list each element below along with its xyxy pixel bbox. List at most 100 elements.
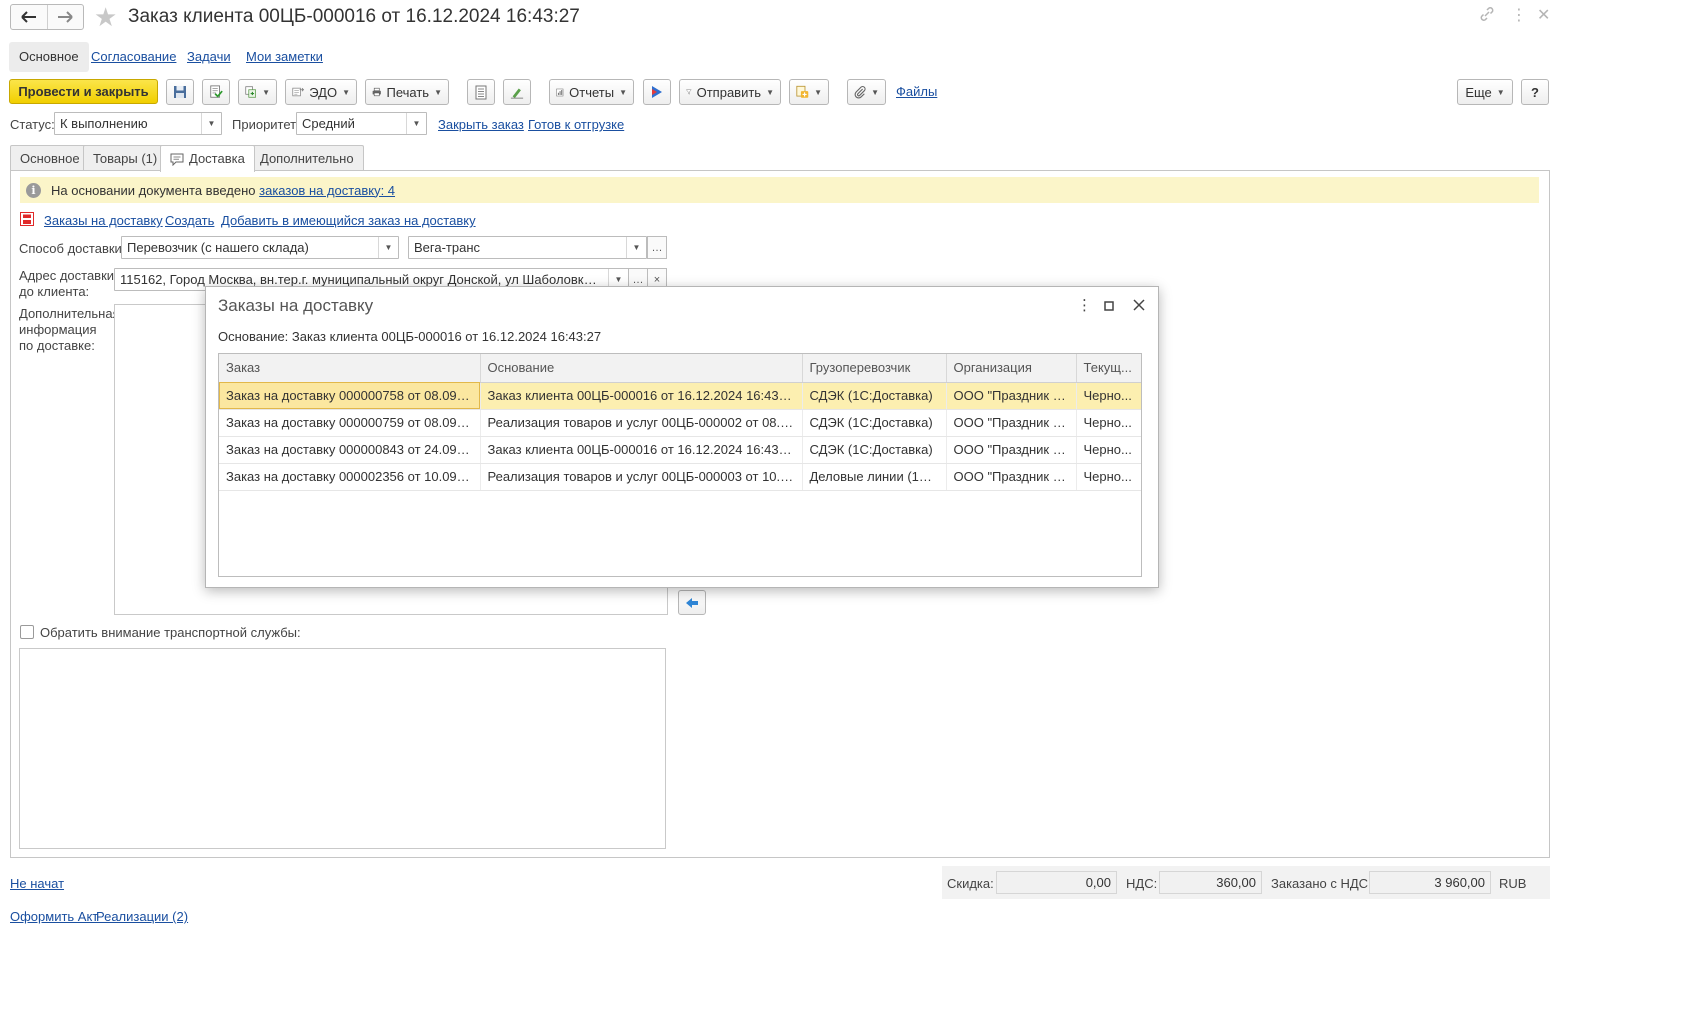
tab-goods[interactable]: Товары (1) [83,145,168,171]
tab-main[interactable]: Основное [10,145,90,171]
table-row[interactable]: Заказ на доставку 000002356 от 10.09.202… [219,463,1141,491]
carrier-select[interactable]: Вега-транс ▼ [408,236,647,259]
tab-additional[interactable]: Дополнительно [250,145,364,171]
dialog-close-icon[interactable] [1132,298,1146,317]
info-icon: i [26,182,41,198]
post-button[interactable] [202,79,230,105]
table-cell[interactable]: Реализация товаров и услуг 00ЦБ-000003 о… [480,463,803,491]
delivery-orders-link[interactable]: Заказы на доставку [44,213,163,228]
table-cell[interactable]: Заказ на доставку 000000758 от 08.09.202… [219,382,481,410]
table-row[interactable]: Заказ на доставку 000000759 от 08.09.202… [219,409,1141,437]
dropdown-arrow-icon[interactable]: ▼ [378,237,398,258]
table-cell[interactable]: Черно... [1076,463,1141,491]
reports-label: Отчеты [569,84,615,100]
table-cell[interactable]: СДЭК (1С:Доставка) [802,409,947,437]
column-current[interactable]: Текущ... [1076,354,1141,383]
status-select[interactable]: К выполнению ▼ [54,112,222,135]
dialog-maximize-icon[interactable] [1103,299,1115,317]
funnel-send-icon [686,89,692,95]
more-label: Еще [1465,84,1492,100]
structure-button[interactable] [467,79,495,105]
create-document-button[interactable]: ▼ [789,79,829,105]
table-cell[interactable]: ООО "Праздник д... [946,463,1077,491]
total-label: Заказано с НДС: [1271,876,1372,891]
files-link[interactable]: Файлы [896,84,937,99]
back-button[interactable] [11,5,47,29]
carrier-choose-button[interactable]: … [647,236,667,259]
attachments-button[interactable]: ▼ [847,79,886,105]
state-link[interactable]: Не начат [10,876,64,891]
table-cell[interactable]: ООО "Праздник д... [946,409,1077,437]
table-cell[interactable]: Черно... [1076,382,1141,410]
close-window-icon[interactable]: ✕ [1537,6,1550,26]
attention-label: Обратить внимание транспортной службы: [40,625,301,640]
section-approval[interactable]: Согласование [81,42,186,72]
post-and-close-button[interactable]: Провести и закрыть [9,79,158,104]
vat-label: НДС: [1126,876,1158,891]
create-act-link[interactable]: Оформить Акт [10,909,98,924]
add-to-existing-delivery-link[interactable]: Добавить в имеющийся заказ на доставку [221,213,476,228]
reports-button[interactable]: Отчеты ▼ [549,79,634,105]
save-button[interactable] [166,79,194,105]
table-cell[interactable]: Заказ клиента 00ЦБ-000016 от 16.12.2024 … [480,436,803,464]
table-row[interactable]: Заказ на доставку 000000758 от 08.09.202… [219,382,1141,410]
dropdown-arrow-icon[interactable]: ▼ [406,113,426,134]
table-cell[interactable]: СДЭК (1С:Доставка) [802,382,947,410]
section-notes[interactable]: Мои заметки [236,42,333,72]
create-based-icon [245,86,256,98]
sales-link[interactable]: Реализации (2) [96,909,188,924]
paperclip-icon [854,86,866,99]
table-cell[interactable]: Черно... [1076,436,1141,464]
currency-label: RUB [1499,876,1527,891]
edo-button[interactable]: ЭДО ▼ [285,79,357,105]
ready-to-ship-link[interactable]: Готов к отгрузке [528,117,624,132]
bp-button[interactable] [643,79,671,105]
table-cell[interactable]: Заказ клиента 00ЦБ-000016 от 16.12.2024 … [480,382,803,410]
attention-textarea[interactable] [19,648,666,849]
dialog-basis-value: Заказ клиента 00ЦБ-000016 от 16.12.2024 … [291,329,602,344]
more-button[interactable]: Еще ▼ [1457,79,1513,105]
table-cell[interactable]: Черно... [1076,409,1141,437]
table-cell[interactable]: Заказ на доставку 000002356 от 10.09.202… [219,463,481,491]
table-cell[interactable]: ООО "Праздник д... [946,436,1077,464]
delivery-method-select[interactable]: Перевозчик (с нашего склада) ▼ [121,236,399,259]
priority-select[interactable]: Средний ▼ [296,112,427,135]
create-delivery-link[interactable]: Создать [165,213,214,228]
chevron-down-icon: ▼ [1496,87,1505,97]
section-tasks[interactable]: Задачи [177,42,241,72]
table-cell[interactable]: СДЭК (1С:Доставка) [802,436,947,464]
history-nav [10,4,84,30]
column-basis[interactable]: Основание [480,354,803,383]
table-cell[interactable]: ООО "Праздник д... [946,382,1077,410]
link-icon[interactable] [1479,6,1495,28]
table-cell[interactable]: Деловые линии (1С:... [802,463,947,491]
delivery-orders-dialog: Заказы на доставку ⋮ Основание: Заказ кл… [205,286,1159,588]
section-main[interactable]: Основное [9,42,89,72]
delivery-orders-count-link[interactable]: заказов на доставку: 4 [259,183,395,198]
table-row[interactable]: Заказ на доставку 000000843 от 24.09.202… [219,436,1141,464]
create-based-on-button[interactable]: ▼ [238,79,277,105]
document-plus-icon [796,85,809,98]
tab-delivery[interactable]: Доставка [160,145,255,172]
sign-button[interactable] [503,79,531,105]
favorite-star-icon[interactable]: ★ [94,3,117,31]
forward-button[interactable] [46,5,84,29]
table-cell[interactable]: Заказ на доставку 000000759 от 08.09.202… [219,409,481,437]
close-order-link[interactable]: Закрыть заказ [438,117,524,132]
column-organization[interactable]: Организация [946,354,1077,383]
dropdown-arrow-icon[interactable]: ▼ [201,113,221,134]
post-document-icon [210,85,223,98]
copy-address-button[interactable] [678,590,706,615]
column-order[interactable]: Заказ [219,354,481,383]
more-vertical-icon[interactable]: ⋮ [1511,6,1527,26]
print-button[interactable]: Печать ▼ [365,79,449,105]
help-button[interactable]: ? [1521,79,1549,105]
dropdown-arrow-icon[interactable]: ▼ [626,237,646,258]
send-button[interactable]: Отправить ▼ [679,79,781,105]
attention-checkbox[interactable] [20,625,34,639]
address-label: Адрес доставки до клиента: [19,268,114,300]
column-carrier[interactable]: Грузоперевозчик [802,354,947,383]
table-cell[interactable]: Заказ на доставку 000000843 от 24.09.202… [219,436,481,464]
dialog-more-icon[interactable]: ⋮ [1077,297,1092,315]
table-cell[interactable]: Реализация товаров и услуг 00ЦБ-000002 о… [480,409,803,437]
